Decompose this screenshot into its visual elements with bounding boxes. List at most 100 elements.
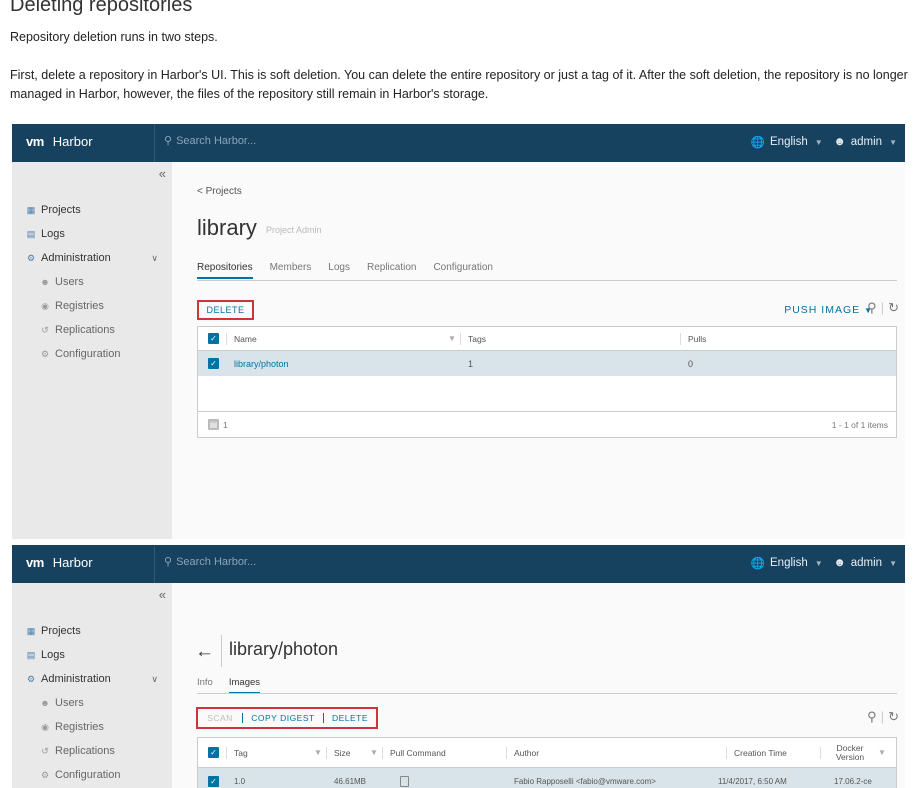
search-icon[interactable]: ⚲	[867, 300, 877, 316]
sidebar-item-administration[interactable]: ⚙ Administration ∨	[26, 667, 166, 691]
tab-divider	[197, 280, 897, 281]
sidebar-item-projects[interactable]: ▦ Projects	[26, 619, 166, 643]
language-menu[interactable]: English	[770, 557, 808, 569]
project-tabs: Repositories Members Logs Replication Co…	[197, 262, 493, 279]
row-checkbox[interactable]: ✓	[208, 358, 219, 369]
search-input[interactable]: ⚲ Search Harbor...	[164, 134, 257, 148]
tab-repositories[interactable]: Repositories	[197, 262, 253, 279]
sidebar-item-configuration[interactable]: ⚙ Configuration	[26, 763, 166, 787]
app-header: vm Harbor ⚲ Search Harbor... 🌐 English ▼…	[12, 124, 905, 162]
select-all-checkbox[interactable]: ✓	[208, 747, 219, 758]
sidebar-item-configuration[interactable]: ⚙ Configuration	[26, 342, 166, 366]
column-creation-time[interactable]: Creation Time	[734, 748, 787, 758]
sidebar: « ▦ Projects ▤ Logs ⚙ Administration ∨ ☻…	[12, 583, 172, 788]
main-content: < Projects library Project Admin Reposit…	[172, 162, 905, 539]
copy-digest-button[interactable]: COPY DIGEST	[242, 713, 324, 723]
app-header: vm Harbor ⚲ Search Harbor... 🌐 English ▼…	[12, 545, 905, 583]
tab-members[interactable]: Members	[270, 262, 312, 279]
sidebar-item-logs[interactable]: ▤ Logs	[26, 222, 166, 246]
sidebar-item-replications[interactable]: ↺ Replications	[26, 739, 166, 763]
scan-button[interactable]: SCAN	[198, 713, 242, 723]
search-placeholder: Search Harbor...	[176, 134, 257, 147]
tab-images[interactable]: Images	[228, 677, 261, 694]
app-name: Harbor	[52, 134, 93, 149]
logs-icon: ▤	[26, 228, 36, 239]
tags-count: 1	[468, 358, 474, 369]
brand[interactable]: vm Harbor	[26, 134, 93, 149]
copy-icon[interactable]	[400, 776, 409, 787]
sidebar-item-logs[interactable]: ▤ Logs	[26, 643, 166, 667]
language-menu[interactable]: English	[770, 136, 808, 148]
table-header: ✓ Name ▼ Tags Pulls	[198, 327, 896, 351]
globe-icon: 🌐	[750, 137, 765, 149]
sidebar: « ▦ Projects ▤ Logs ⚙ Administration ∨ ☻…	[12, 162, 172, 539]
sidebar-item-projects[interactable]: ▦ Projects	[26, 198, 166, 222]
user-icon: ☻	[833, 557, 846, 569]
filter-icon[interactable]: ▼	[370, 748, 378, 757]
tab-divider	[197, 693, 897, 694]
filter-icon[interactable]: ▼	[314, 748, 322, 757]
projects-icon: ▦	[26, 625, 36, 636]
sidebar-item-registries[interactable]: ◉ Registries	[26, 294, 166, 318]
column-author[interactable]: Author	[514, 748, 539, 758]
column-pulls[interactable]: Pulls	[688, 334, 706, 344]
back-arrow-icon[interactable]: ←	[195, 641, 214, 663]
user-menu[interactable]: admin	[851, 557, 882, 569]
table-header: ✓ Tag ▼ Size ▼ Pull Command Author Creat…	[198, 738, 896, 768]
replications-icon: ↺	[41, 745, 49, 756]
pagination-text: 1 - 1 of 1 items	[831, 419, 888, 430]
select-all-checkbox[interactable]: ✓	[208, 333, 219, 344]
page-title: library/photon	[229, 639, 339, 659]
chevron-down-icon: ∨	[151, 252, 158, 263]
column-name[interactable]: Name	[234, 334, 257, 344]
sidebar-item-users[interactable]: ☻ Users	[26, 691, 166, 715]
column-pull-command[interactable]: Pull Command	[390, 748, 446, 758]
sidebar-item-users[interactable]: ☻ Users	[26, 270, 166, 294]
size-value: 46.61MB	[334, 776, 367, 786]
header-divider	[154, 545, 155, 583]
repository-name-link[interactable]: library/photon	[234, 359, 289, 369]
header-divider	[154, 124, 155, 162]
selected-count: 1	[223, 419, 228, 430]
table-row[interactable]: ✓ 1.0 46.61MB Fabio Rapposelli <fabio@vm…	[198, 768, 896, 788]
toolbar-divider: |	[880, 300, 885, 315]
column-tags[interactable]: Tags	[468, 334, 486, 344]
search-icon[interactable]: ⚲	[867, 709, 877, 725]
administration-icon: ⚙	[26, 252, 36, 263]
title-divider	[221, 635, 222, 667]
tab-configuration[interactable]: Configuration	[433, 262, 492, 279]
breadcrumb[interactable]: < Projects	[197, 186, 242, 197]
sidebar-item-replications[interactable]: ↺ Replications	[26, 318, 166, 342]
refresh-icon[interactable]: ↻	[888, 300, 899, 316]
sidebar-item-administration[interactable]: ⚙ Administration ∨	[26, 246, 166, 270]
project-role: Project Admin	[266, 225, 322, 235]
column-docker-version[interactable]: Docker Version	[830, 743, 870, 762]
user-menu[interactable]: admin	[851, 136, 882, 148]
refresh-icon[interactable]: ↻	[888, 709, 899, 725]
doc-heading: Deleting repositories	[10, 0, 193, 16]
users-icon: ☻	[40, 698, 50, 708]
table-row[interactable]: ✓ library/photon 1 0	[198, 351, 896, 376]
brand[interactable]: vm Harbor	[26, 555, 93, 570]
collapse-sidebar-icon[interactable]: «	[159, 587, 166, 602]
collapse-sidebar-icon[interactable]: «	[159, 166, 166, 181]
filter-icon[interactable]: ▼	[878, 748, 886, 757]
column-tag[interactable]: Tag	[234, 748, 248, 758]
tab-info[interactable]: Info	[197, 677, 213, 694]
row-checkbox[interactable]: ✓	[208, 775, 219, 787]
delete-button[interactable]: DELETE	[324, 713, 376, 723]
filter-icon[interactable]: ▼	[448, 334, 456, 343]
push-image-button[interactable]: PUSH IMAGE ▼	[784, 304, 873, 316]
delete-button[interactable]: DELETE	[197, 300, 254, 320]
sidebar-item-registries[interactable]: ◉ Registries	[26, 715, 166, 739]
chevron-down-icon: ▼	[889, 137, 897, 147]
chevron-down-icon: ▼	[814, 137, 823, 147]
pulls-count: 0	[688, 358, 694, 369]
column-size[interactable]: Size	[334, 748, 351, 758]
screenshot-repositories: vm Harbor ⚲ Search Harbor... 🌐 English ▼…	[12, 124, 905, 539]
doc-intro: Repository deletion runs in two steps.	[10, 30, 218, 44]
search-input[interactable]: ⚲ Search Harbor...	[164, 555, 256, 569]
tab-logs[interactable]: Logs	[328, 262, 350, 279]
column-toggle-icon[interactable]: ▤	[208, 419, 219, 430]
tab-replication[interactable]: Replication	[367, 262, 416, 279]
